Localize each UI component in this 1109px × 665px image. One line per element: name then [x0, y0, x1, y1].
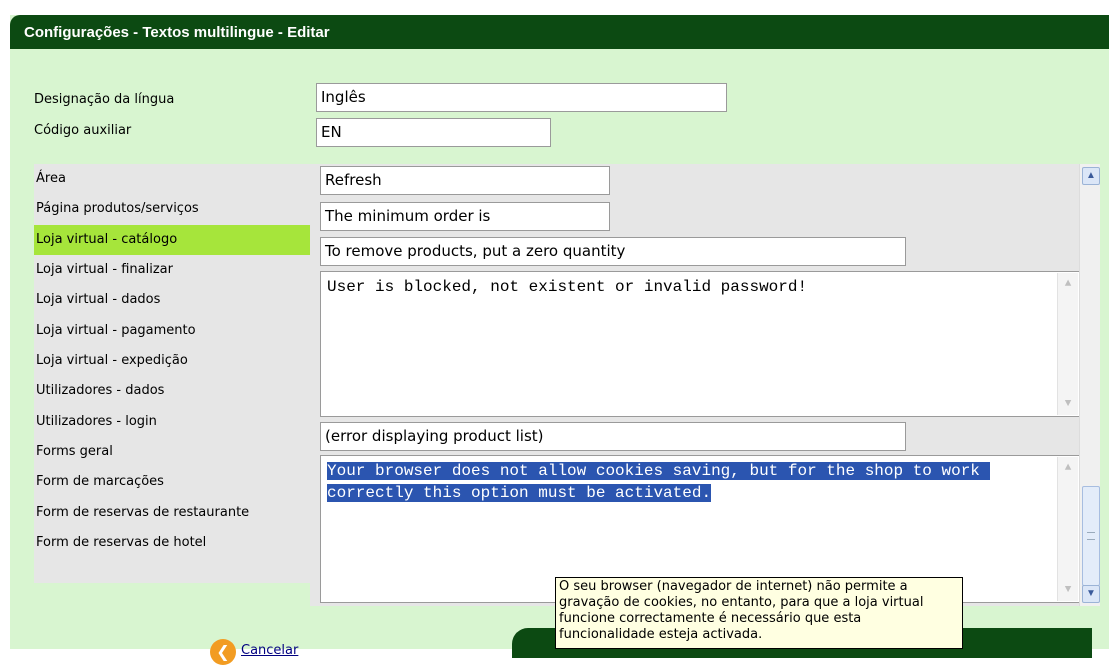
scroll-up-button[interactable]: ▲	[1082, 167, 1100, 185]
menu-item-users-login[interactable]: Utilizadores - login	[34, 407, 319, 437]
aux-code-input[interactable]: EN	[316, 118, 551, 147]
scroll-up-icon[interactable]: ▲	[1058, 459, 1078, 477]
back-arrow-icon: ❮	[210, 639, 236, 665]
aux-code-label: Código auxiliar	[34, 123, 132, 138]
menu-item-store-checkout[interactable]: Loja virtual - finalizar	[34, 255, 319, 285]
menu-item-users-data[interactable]: Utilizadores - dados	[34, 376, 319, 406]
scroll-down-icon[interactable]: ▼	[1058, 395, 1078, 413]
page-title: Configurações - Textos multilingue - Edi…	[24, 24, 330, 41]
text-product-list-error-input[interactable]: (error displaying product list)	[320, 422, 906, 451]
menu-item-appointments-form[interactable]: Form de marcações	[34, 467, 319, 497]
tooltip: O seu browser (navegador de internet) nã…	[555, 577, 963, 649]
scroll-up-icon[interactable]: ▲	[1058, 275, 1078, 293]
textarea-scrollbar[interactable]: ▲ ▼	[1057, 457, 1078, 601]
page-scrollbar[interactable]: ▲ ▼	[1079, 164, 1100, 606]
menu-item-store-data[interactable]: Loja virtual - dados	[34, 285, 319, 315]
menu-item-product-pages[interactable]: Página produtos/serviços	[34, 194, 319, 224]
textarea-scrollbar[interactable]: ▲ ▼	[1057, 273, 1078, 415]
menu-item-hotel-form[interactable]: Form de reservas de hotel	[34, 528, 319, 558]
language-name-label: Designação da língua	[34, 92, 175, 107]
section-menu: Área Página produtos/serviços Loja virtu…	[34, 164, 319, 583]
text-min-order-input[interactable]: The minimum order is	[320, 202, 610, 231]
cookies-text: Your browser does not allow cookies savi…	[327, 462, 990, 502]
menu-item-store-catalog[interactable]: Loja virtual - catálogo	[34, 225, 319, 255]
menu-item-restaurant-form[interactable]: Form de reservas de restaurante	[34, 498, 319, 528]
edit-panel: Configurações - Textos multilingue - Edi…	[10, 15, 1109, 649]
text-refresh-input[interactable]: Refresh	[320, 166, 610, 195]
title-bar: Configurações - Textos multilingue - Edi…	[10, 15, 1109, 49]
menu-item-store-shipping[interactable]: Loja virtual - expedição	[34, 346, 319, 376]
scroll-thumb[interactable]	[1082, 486, 1100, 586]
menu-item-area[interactable]: Área	[34, 164, 319, 194]
texts-editor: Refresh The minimum order is To remove p…	[310, 164, 1100, 606]
text-user-blocked-textarea[interactable]: User is blocked, not existent or invalid…	[320, 271, 1080, 417]
menu-item-store-payment[interactable]: Loja virtual - pagamento	[34, 316, 319, 346]
menu-item-forms-general[interactable]: Forms geral	[34, 437, 319, 467]
text-remove-products-input[interactable]: To remove products, put a zero quantity	[320, 237, 906, 266]
user-blocked-text: User is blocked, not existent or invalid…	[327, 278, 808, 296]
scroll-down-button[interactable]: ▼	[1082, 585, 1100, 603]
language-name-input[interactable]: Inglês	[316, 83, 727, 112]
cancel-link[interactable]: Cancelar	[241, 643, 298, 658]
scroll-down-icon[interactable]: ▼	[1058, 581, 1078, 599]
